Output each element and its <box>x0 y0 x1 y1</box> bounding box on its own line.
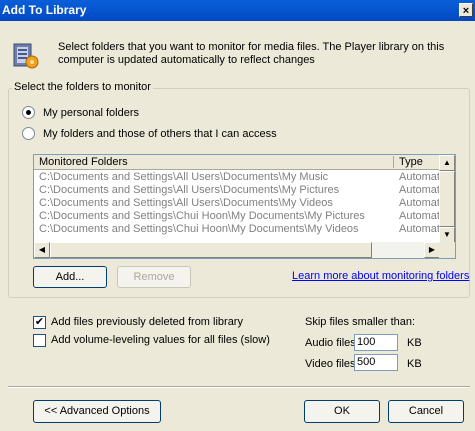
list-item[interactable]: C:\Documents and Settings\Chui Hoon\My D… <box>34 210 440 223</box>
radio-personal-folders[interactable] <box>22 106 35 119</box>
folder-path: C:\Documents and Settings\Chui Hoon\My D… <box>39 210 365 222</box>
radio-all-folders[interactable] <box>22 127 35 140</box>
column-header-folders[interactable]: Monitored Folders <box>39 156 128 168</box>
folder-path: C:\Documents and Settings\Chui Hoon\My D… <box>39 223 359 235</box>
window-title: Add To Library <box>2 3 87 17</box>
scroll-right-icon[interactable]: ▶ <box>424 242 440 258</box>
divider <box>8 386 470 388</box>
column-header-type[interactable]: Type <box>399 156 423 168</box>
title-bar[interactable]: Add To Library × <box>0 0 475 21</box>
horizontal-scrollbar[interactable]: ◀ ▶ <box>34 242 440 258</box>
list-item[interactable]: C:\Documents and Settings\All Users\Docu… <box>34 184 440 197</box>
audio-size-input[interactable]: 100 <box>354 334 398 351</box>
library-icon <box>13 43 39 69</box>
folder-type: Automatic <box>399 197 439 209</box>
monitored-folders-list[interactable]: Monitored Folders Type C:\Documents and … <box>33 154 456 259</box>
add-deleted-checkbox[interactable]: ✔ <box>33 316 46 329</box>
scroll-down-icon[interactable]: ▼ <box>439 227 455 243</box>
vertical-scroll-thumb[interactable] <box>439 171 455 227</box>
column-separator[interactable] <box>393 156 394 168</box>
video-files-label: Video files: <box>305 358 359 370</box>
skip-files-label: Skip files smaller than: <box>305 316 416 328</box>
volume-leveling-checkbox[interactable] <box>33 334 46 347</box>
horizontal-scroll-thumb[interactable] <box>50 242 372 258</box>
intro-text: Select folders that you want to monitor … <box>58 41 445 66</box>
vertical-scrollbar[interactable]: ▲ ▼ <box>439 155 455 243</box>
remove-folder-button[interactable]: Remove <box>117 266 191 288</box>
list-item[interactable]: C:\Documents and Settings\All Users\Docu… <box>34 197 440 210</box>
advanced-options-button[interactable]: << Advanced Options <box>33 400 161 423</box>
audio-files-label: Audio files: <box>305 337 359 349</box>
folder-path: C:\Documents and Settings\All Users\Docu… <box>39 197 333 209</box>
close-button[interactable]: × <box>459 3 473 17</box>
list-header: Monitored Folders Type <box>34 155 440 170</box>
video-unit: KB <box>407 358 422 370</box>
folder-path: C:\Documents and Settings\All Users\Docu… <box>39 184 340 196</box>
list-item[interactable]: C:\Documents and Settings\All Users\Docu… <box>34 171 440 184</box>
video-size-input[interactable]: 500 <box>354 354 398 371</box>
add-to-library-dialog: Add To Library × Select folders that you… <box>0 0 475 431</box>
volume-leveling-label[interactable]: Add volume-leveling values for all files… <box>51 334 270 346</box>
learn-more-link[interactable]: Learn more about monitoring folders <box>292 270 469 282</box>
folder-path: C:\Documents and Settings\All Users\Docu… <box>39 171 329 183</box>
list-item[interactable]: C:\Documents and Settings\Chui Hoon\My D… <box>34 223 440 236</box>
radio-dot <box>26 110 31 115</box>
audio-unit: KB <box>407 337 422 349</box>
list-rows: C:\Documents and Settings\All Users\Docu… <box>34 171 440 236</box>
scroll-left-icon[interactable]: ◀ <box>34 242 50 258</box>
scrollbar-corner <box>439 242 455 258</box>
radio-all-label[interactable]: My folders and those of others that I ca… <box>43 128 277 140</box>
radio-personal-label[interactable]: My personal folders <box>43 107 139 119</box>
ok-button[interactable]: OK <box>304 400 380 423</box>
folder-type: Automatic <box>399 171 439 183</box>
folder-type: Automatic <box>399 184 439 196</box>
add-deleted-label[interactable]: Add files previously deleted from librar… <box>51 316 243 328</box>
add-folder-button[interactable]: Add... <box>33 266 107 288</box>
group-label: Select the folders to monitor <box>12 81 153 93</box>
cancel-button[interactable]: Cancel <box>388 400 464 423</box>
folder-type: Automatic <box>399 223 439 235</box>
scroll-up-icon[interactable]: ▲ <box>439 155 455 171</box>
checkmark-icon: ✔ <box>34 316 45 328</box>
folder-type: Automatic <box>399 210 439 222</box>
